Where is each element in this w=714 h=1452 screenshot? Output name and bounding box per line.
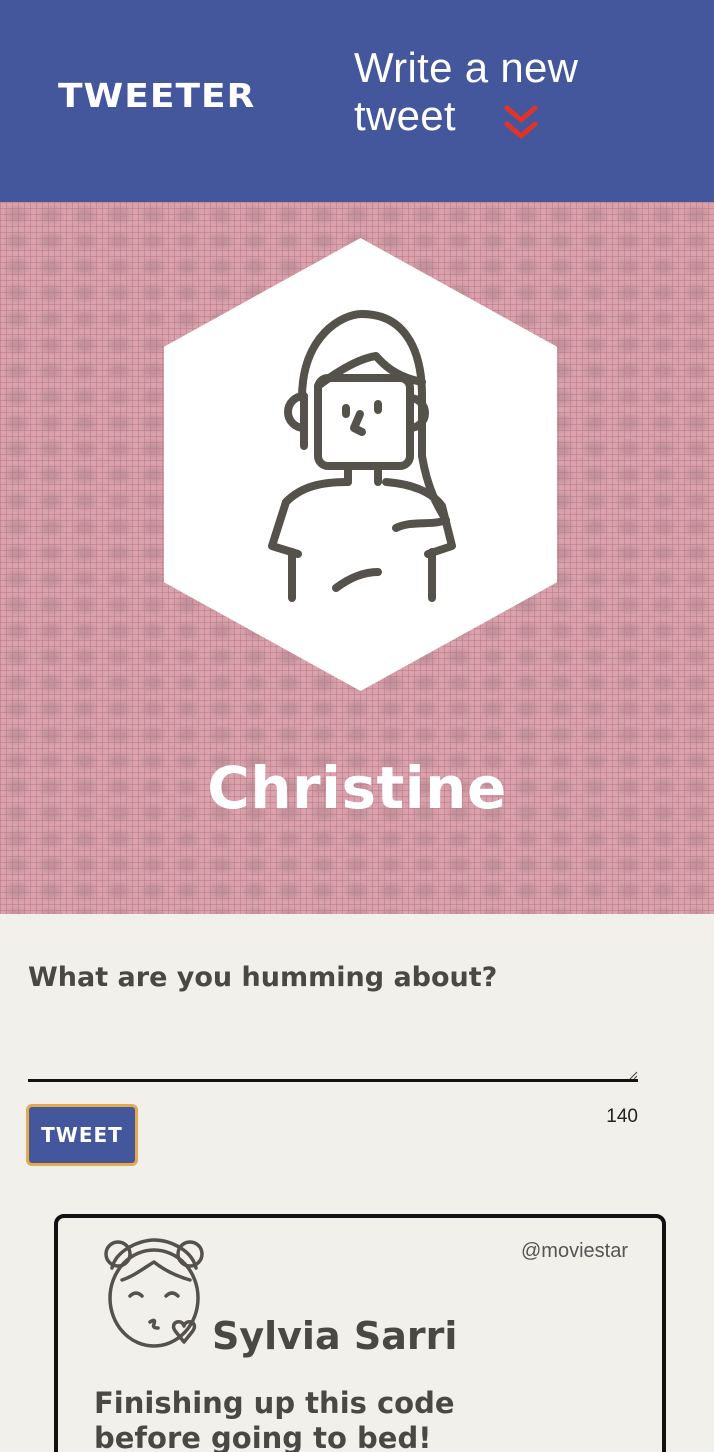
girl-kiss-avatar-icon [104, 1238, 204, 1348]
profile-name: Christine [207, 754, 507, 822]
character-counter: 140 [606, 1106, 638, 1127]
tweet-input[interactable] [28, 1020, 638, 1082]
tweet-text: Finishing up this code before going to b… [94, 1386, 455, 1452]
compose-prompt: What are you humming about? [28, 962, 498, 993]
tweet-button[interactable]: TWEET [26, 1104, 138, 1166]
double-chevron-down-icon[interactable] [503, 104, 539, 144]
resize-grip-icon[interactable] [628, 1070, 638, 1080]
tweet-handle[interactable]: @moviestar [478, 1240, 628, 1263]
profile-hero: Christine [0, 202, 714, 914]
woman-avatar-icon [268, 310, 456, 602]
app-logo[interactable]: TWEETER [58, 78, 255, 116]
top-navigation: TWEETER Write a new tweet [0, 0, 714, 202]
tweet-author-name: Sylvia Sarri [212, 1314, 458, 1358]
tweet-card: @moviestar Sylvia Sarri Finishing up thi… [54, 1214, 666, 1452]
